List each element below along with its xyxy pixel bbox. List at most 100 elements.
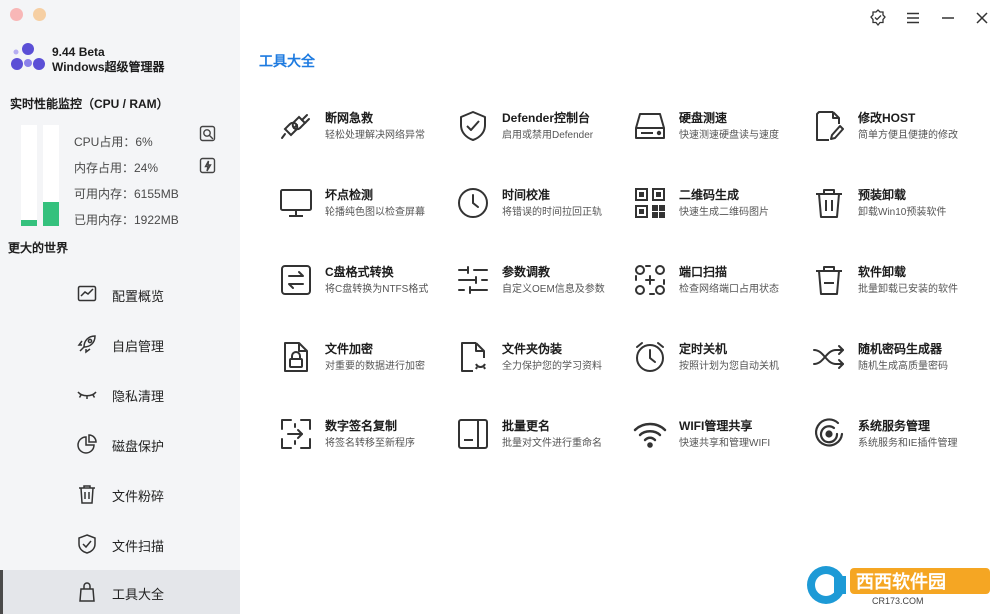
sidebar-item-config-overview[interactable]: 配置概览 <box>0 272 240 316</box>
sidebar-item-privacy[interactable]: 隐私清理 <box>0 372 240 416</box>
tool-name: WIFI管理共享 <box>679 419 753 433</box>
tool-name: 参数调教 <box>502 265 551 279</box>
sidebar-item-disk-protect[interactable]: 磁盘保护 <box>0 422 240 466</box>
sidebar-item-label: 工具大全 <box>112 587 165 602</box>
app-title: 9.44 Beta Windows超级管理器 <box>52 45 165 75</box>
tool-timed-shutdown[interactable]: 定时关机 按照计划为您自动关机 <box>633 338 809 386</box>
sidebar-item-label: 隐私清理 <box>112 389 165 404</box>
alarm-icon <box>636 342 664 372</box>
tool-time-sync[interactable]: 时间校准 将错误的时间拉回正轨 <box>456 184 632 232</box>
available-memory-text: 可用内存：6155MB <box>74 187 179 201</box>
tool-file-encrypt[interactable]: 文件加密 对重要的数据进行加密 <box>279 338 455 386</box>
minimize-window-dot[interactable] <box>33 8 46 21</box>
closed-eye-icon <box>77 391 97 399</box>
tool-name: 数字签名复制 <box>325 419 398 433</box>
sidebar-item-label: 磁盘保护 <box>112 439 165 454</box>
tool-preinstall-uninstall[interactable]: 预装卸载 卸载Win10预装软件 <box>812 184 988 232</box>
tool-qrcode[interactable]: 二维码生成 快速生成二维码图片 <box>633 184 809 232</box>
tool-c-convert[interactable]: C盘格式转换 将C盘转换为NTFS格式 <box>279 261 455 309</box>
file-edit-icon <box>816 111 844 141</box>
close-icon[interactable] <box>973 9 991 27</box>
tool-name: 二维码生成 <box>679 188 740 202</box>
signature-copy-icon <box>281 419 311 449</box>
close-window-dot[interactable] <box>10 8 23 21</box>
tool-dead-pixel[interactable]: 坏点检测 轮播纯色图以检查屏幕 <box>279 184 455 232</box>
tool-port-scan[interactable]: 端口扫描 检查网络端口占用状态 <box>633 261 809 309</box>
tool-desc: 轻松处理解决网络异常 <box>325 130 425 141</box>
sidebar-item-shred[interactable]: 文件粉碎 <box>0 472 240 516</box>
tool-service-manager[interactable]: 系统服务管理 系统服务和IE插件管理 <box>812 415 988 463</box>
tool-signature-copy[interactable]: 数字签名复制 将签名转移至新程序 <box>279 415 455 463</box>
tool-desc: 检查网络端口占用状态 <box>679 284 779 295</box>
tool-desc: 批量对文件进行重命名 <box>502 438 602 449</box>
verified-badge-icon[interactable] <box>869 9 887 27</box>
page-title: 工具大全 <box>259 53 315 69</box>
tool-name: 定时关机 <box>679 342 728 356</box>
memory-usage-fill <box>43 201 59 226</box>
sidebar-item-label: 文件扫描 <box>112 539 165 554</box>
monitor-title: 实时性能监控（CPU / RAM） <box>10 97 169 111</box>
tool-desc: 对重要的数据进行加密 <box>325 361 425 372</box>
tool-disk-speed[interactable]: 硬盘测速 快速测速硬盘读与速度 <box>633 107 809 155</box>
cpu-detail-icon[interactable] <box>199 125 217 143</box>
sidebar-item-toolbox[interactable]: 工具大全 <box>0 570 240 614</box>
trash-icon <box>816 189 842 218</box>
sidebar: 9.44 Beta Windows超级管理器 实时性能监控（CPU / RAM）… <box>0 0 240 614</box>
sliders-icon <box>458 266 488 294</box>
tool-network-rescue[interactable]: 断网急救 轻松处理解决网络异常 <box>279 107 455 155</box>
sidebar-item-scan[interactable]: 文件扫描 <box>0 522 240 566</box>
used-memory-text: 已用内存：1922MB <box>74 213 179 227</box>
tool-name: 时间校准 <box>502 188 551 202</box>
tool-batch-rename[interactable]: 批量更名 批量对文件进行重命名 <box>456 415 632 463</box>
tool-name: C盘格式转换 <box>325 265 394 279</box>
watermark-url: CR173.COM <box>872 596 924 606</box>
tool-desc: 简单方便且便捷的修改 <box>858 130 958 141</box>
tool-defender[interactable]: Defender控制台 启用或禁用Defender <box>456 107 632 155</box>
tool-name: 系统服务管理 <box>858 419 931 433</box>
tool-name: 文件加密 <box>325 342 374 356</box>
memory-usage-bar <box>43 125 59 226</box>
cpu-usage-text: CPU占用：6% <box>74 135 153 149</box>
sidebar-item-label: 文件粉碎 <box>112 489 165 504</box>
tool-param-tune[interactable]: 参数调教 自定义OEM信息及参数 <box>456 261 632 309</box>
tool-desc: 将错误的时间拉回正轨 <box>502 207 602 218</box>
slogan-text: 更大的世界 <box>8 241 69 255</box>
tool-password-generator[interactable]: 随机密码生成器 随机生成高质量密码 <box>812 338 988 386</box>
file-lock-icon <box>284 342 308 372</box>
tool-desc: 按照计划为您自动关机 <box>679 361 779 372</box>
shuffle-icon <box>813 345 844 369</box>
sidebar-item-label: 配置概览 <box>112 289 165 304</box>
shield-check-icon <box>460 111 486 141</box>
monitor-icon <box>280 189 312 217</box>
tool-desc: 快速测速硬盘读与速度 <box>679 130 779 141</box>
tool-desc: 系统服务和IE插件管理 <box>858 438 958 449</box>
service-icon <box>815 418 844 447</box>
tool-wifi-share[interactable]: WIFI管理共享 快速共享和管理WIFI <box>633 415 809 463</box>
app-logo-icon <box>11 43 45 70</box>
tool-name: 软件卸载 <box>858 265 907 279</box>
memory-optimize-icon[interactable] <box>199 157 217 175</box>
hard-drive-icon <box>635 113 665 139</box>
tool-desc: 快速生成二维码图片 <box>679 207 769 218</box>
menu-icon[interactable] <box>904 9 922 27</box>
tool-name: 硬盘测速 <box>679 111 728 125</box>
sidebar-item-startup[interactable]: 自启管理 <box>0 322 240 366</box>
tool-name: Defender控制台 <box>502 111 591 125</box>
tool-software-uninstall[interactable]: 软件卸载 批量卸载已安装的软件 <box>812 261 988 309</box>
app-name: Windows超级管理器 <box>52 60 165 74</box>
app-version: 9.44 Beta <box>52 45 105 59</box>
minimize-icon[interactable] <box>939 9 957 27</box>
tool-edit-hosts[interactable]: 修改HOST 简单方便且便捷的修改 <box>812 107 988 155</box>
clock-icon <box>458 188 488 218</box>
memory-usage-text: 内存占用：24% <box>74 161 159 175</box>
tool-name: 文件夹伪装 <box>502 342 563 356</box>
tool-desc: 自定义OEM信息及参数 <box>502 284 605 295</box>
cpu-usage-fill <box>21 219 37 226</box>
tool-folder-disguise[interactable]: 文件夹伪装 全力保护您的学习资料 <box>456 338 632 386</box>
tool-name: 批量更名 <box>502 419 551 433</box>
wifi-icon <box>633 422 667 448</box>
tool-name: 预装卸载 <box>858 188 907 202</box>
tool-desc: 批量卸载已安装的软件 <box>858 284 958 295</box>
qrcode-icon <box>635 188 665 218</box>
shield-check-icon <box>78 534 96 554</box>
